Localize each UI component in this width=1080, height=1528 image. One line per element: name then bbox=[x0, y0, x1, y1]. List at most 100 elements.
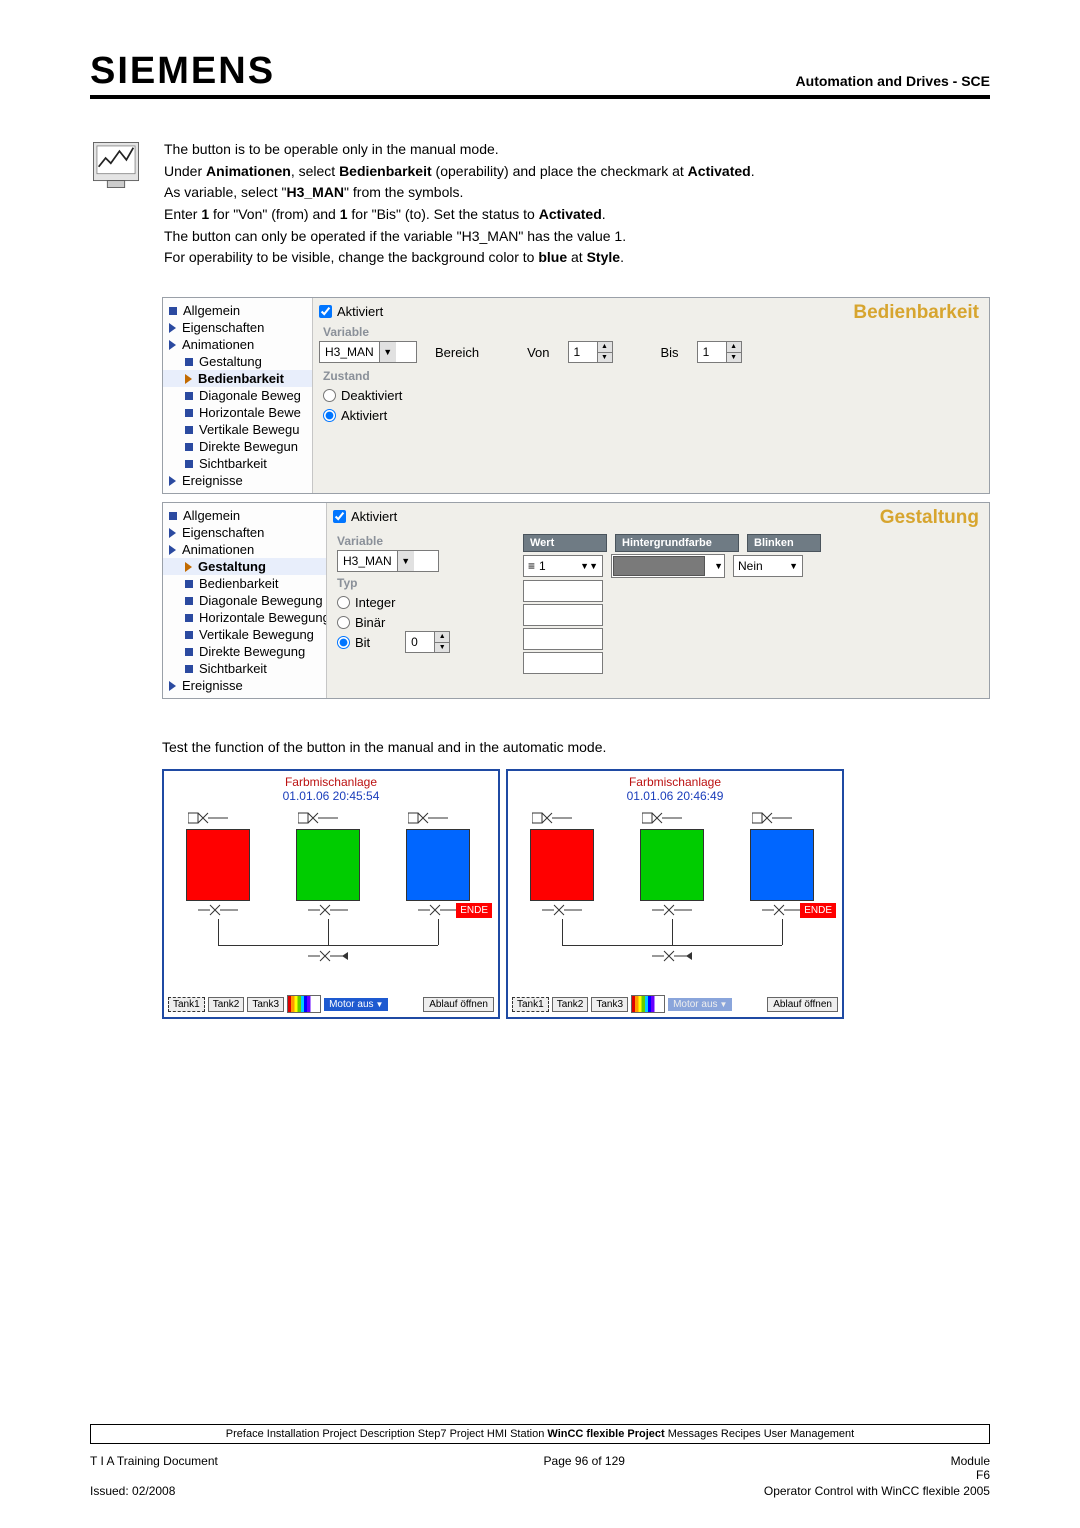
tank-blue bbox=[750, 829, 814, 901]
empty-cell[interactable] bbox=[523, 652, 603, 674]
bit-value: 0 bbox=[406, 635, 434, 649]
empty-cell[interactable] bbox=[523, 628, 603, 650]
tree-item-ereignisse[interactable]: Ereignisse bbox=[182, 678, 243, 693]
tree-item-eigenschaften[interactable]: Eigenschaften bbox=[182, 320, 264, 335]
tree-item-vertikale[interactable]: Vertikale Bewegung bbox=[199, 627, 314, 642]
chevron-down-icon[interactable]: ▼▼ bbox=[580, 561, 598, 571]
color-cell[interactable]: ▼ bbox=[611, 554, 725, 578]
tab-tank2[interactable]: Tank2 bbox=[552, 997, 589, 1012]
tab-tank1[interactable]: Tank1 bbox=[512, 997, 549, 1012]
radio-deaktiviert[interactable]: Deaktiviert bbox=[323, 385, 983, 405]
von-spinner[interactable]: 1 ▲▼ bbox=[568, 341, 613, 363]
variable-combo[interactable]: H3_MAN▼ bbox=[319, 341, 417, 363]
tree-item-allgemein[interactable]: Allgemein bbox=[183, 303, 240, 318]
blinken-cell[interactable]: Nein ▼ bbox=[733, 555, 803, 577]
tree-item-allgemein[interactable]: Allgemein bbox=[183, 508, 240, 523]
activated-label-2: Aktiviert bbox=[351, 509, 397, 524]
hmi-manual: Farbmischanlage 01.01.06 20:45:54 E bbox=[162, 769, 500, 1019]
tree-item-vertikale[interactable]: Vertikale Bewegu bbox=[199, 422, 299, 437]
intro-line-4: Enter 1 for "Von" (from) and 1 for "Bis"… bbox=[164, 204, 755, 226]
tank-green bbox=[640, 829, 704, 901]
color-bars-icon[interactable] bbox=[631, 995, 665, 1013]
radio-aktiviert[interactable]: Aktiviert bbox=[323, 405, 983, 425]
von-label: Von bbox=[527, 345, 549, 360]
ablauf-button[interactable]: Ablauf öffnen bbox=[423, 997, 494, 1012]
activated-checkbox-input-2[interactable] bbox=[333, 510, 346, 523]
footer-product: Operator Control with WinCC flexible 200… bbox=[764, 1484, 990, 1498]
wert-cell[interactable]: ≡ 1 ▼▼ bbox=[523, 555, 603, 577]
color-bars-icon[interactable] bbox=[287, 995, 321, 1013]
tab-tank3[interactable]: Tank3 bbox=[247, 997, 284, 1012]
chevron-down-icon[interactable]: ▼ bbox=[379, 342, 396, 362]
tree-item-bedienbarkeit[interactable]: Bedienbarkeit bbox=[199, 576, 279, 591]
variable-combo-2[interactable]: H3_MAN▼ bbox=[337, 550, 439, 572]
zustand-group-label: Zustand bbox=[323, 369, 983, 383]
tree-item-diagonale[interactable]: Diagonale Bewegung bbox=[199, 593, 323, 608]
tank-blue bbox=[406, 829, 470, 901]
bis-label: Bis bbox=[661, 345, 679, 360]
tree-item-sichtbarkeit[interactable]: Sichtbarkeit bbox=[199, 661, 267, 676]
color-swatch bbox=[613, 556, 705, 576]
tree-item-gestaltung[interactable]: Gestaltung bbox=[199, 354, 262, 369]
spinner-up-icon[interactable]: ▲ bbox=[435, 632, 449, 643]
tree-item-gestaltung[interactable]: Gestaltung bbox=[198, 559, 266, 574]
tree-item-sichtbarkeit[interactable]: Sichtbarkeit bbox=[199, 456, 267, 471]
variable-group-label: Variable bbox=[323, 325, 983, 339]
property-tree-2[interactable]: Allgemein Eigenschaften Animationen Gest… bbox=[163, 503, 327, 698]
variable-group-label-2: Variable bbox=[337, 534, 503, 548]
properties-panel-gestaltung: Allgemein Eigenschaften Animationen Gest… bbox=[162, 502, 990, 699]
tank-red bbox=[530, 829, 594, 901]
property-tree-1[interactable]: Allgemein Eigenschaften Animationen Gest… bbox=[163, 298, 313, 493]
tree-item-direkte[interactable]: Direkte Bewegung bbox=[199, 644, 305, 659]
tree-item-ereignisse[interactable]: Ereignisse bbox=[182, 473, 243, 488]
footer-module-code: F6 bbox=[976, 1468, 990, 1482]
ende-button[interactable]: ENDE bbox=[800, 903, 836, 918]
tree-item-diagonale[interactable]: Diagonale Beweg bbox=[199, 388, 301, 403]
chevron-down-icon[interactable]: ▼ bbox=[397, 551, 414, 571]
test-note: Test the function of the button in the m… bbox=[162, 739, 990, 755]
bit-spinner[interactable]: 0 ▲▼ bbox=[405, 631, 450, 653]
tab-tank2[interactable]: Tank2 bbox=[208, 997, 245, 1012]
motor-button-disabled: Motor aus▼ bbox=[668, 998, 732, 1011]
spinner-up-icon[interactable]: ▲ bbox=[598, 342, 612, 353]
empty-cell[interactable] bbox=[523, 580, 603, 602]
tree-item-horizontale[interactable]: Horizontale Bewegung bbox=[199, 610, 327, 625]
spinner-up-icon[interactable]: ▲ bbox=[727, 342, 741, 353]
spinner-down-icon[interactable]: ▼ bbox=[598, 353, 612, 363]
intro-line-6: For operability to be visible, change th… bbox=[164, 247, 755, 269]
hmi-title: Farbmischanlage bbox=[168, 775, 494, 789]
tree-item-animationen[interactable]: Animationen bbox=[182, 542, 254, 557]
empty-cell[interactable] bbox=[523, 604, 603, 626]
spinner-down-icon[interactable]: ▼ bbox=[727, 353, 741, 363]
radio-binar[interactable]: Binär bbox=[337, 612, 503, 632]
ende-button[interactable]: ENDE bbox=[456, 903, 492, 918]
radio-integer[interactable]: Integer bbox=[337, 592, 503, 612]
tree-item-animationen[interactable]: Animationen bbox=[182, 337, 254, 352]
radio-bit[interactable]: Bit 0 ▲▼ bbox=[337, 632, 503, 652]
tree-item-bedienbarkeit[interactable]: Bedienbarkeit bbox=[198, 371, 284, 386]
header-subtitle: Automation and Drives - SCE bbox=[796, 73, 990, 93]
motor-button-enabled[interactable]: Motor aus▼ bbox=[324, 998, 388, 1011]
chevron-down-icon[interactable]: ▼ bbox=[714, 561, 723, 571]
tree-item-eigenschaften[interactable]: Eigenschaften bbox=[182, 525, 264, 540]
hmi-time-2: 01.01.06 20:46:49 bbox=[512, 789, 838, 803]
tab-tank1[interactable]: Tank1 bbox=[168, 997, 205, 1012]
pane-title-gestaltung: Gestaltung bbox=[880, 507, 979, 529]
bis-value: 1 bbox=[698, 345, 726, 359]
chevron-down-icon[interactable]: ▼ bbox=[789, 561, 798, 571]
intro-line-2: Under Animationen, select Bedienbarkeit … bbox=[164, 161, 755, 183]
ablauf-button[interactable]: Ablauf öffnen bbox=[767, 997, 838, 1012]
tree-item-direkte[interactable]: Direkte Bewegun bbox=[199, 439, 298, 454]
spinner-down-icon[interactable]: ▼ bbox=[435, 643, 449, 653]
footer-doc-title: T I A Training Document bbox=[90, 1454, 218, 1482]
col-hintergrund: Hintergrundfarbe bbox=[615, 534, 739, 552]
activated-checkbox-input[interactable] bbox=[319, 305, 332, 318]
tree-item-horizontale[interactable]: Horizontale Bewe bbox=[199, 405, 301, 420]
tab-tank3[interactable]: Tank3 bbox=[591, 997, 628, 1012]
monitor-icon bbox=[90, 139, 142, 191]
siemens-logo: SIEMENS bbox=[90, 50, 275, 93]
hmi-time-1: 01.01.06 20:45:54 bbox=[168, 789, 494, 803]
hmi-previews: Farbmischanlage 01.01.06 20:45:54 E bbox=[162, 769, 990, 1019]
footer-issued: Issued: 02/2008 bbox=[90, 1484, 175, 1498]
bis-spinner[interactable]: 1 ▲▼ bbox=[697, 341, 742, 363]
